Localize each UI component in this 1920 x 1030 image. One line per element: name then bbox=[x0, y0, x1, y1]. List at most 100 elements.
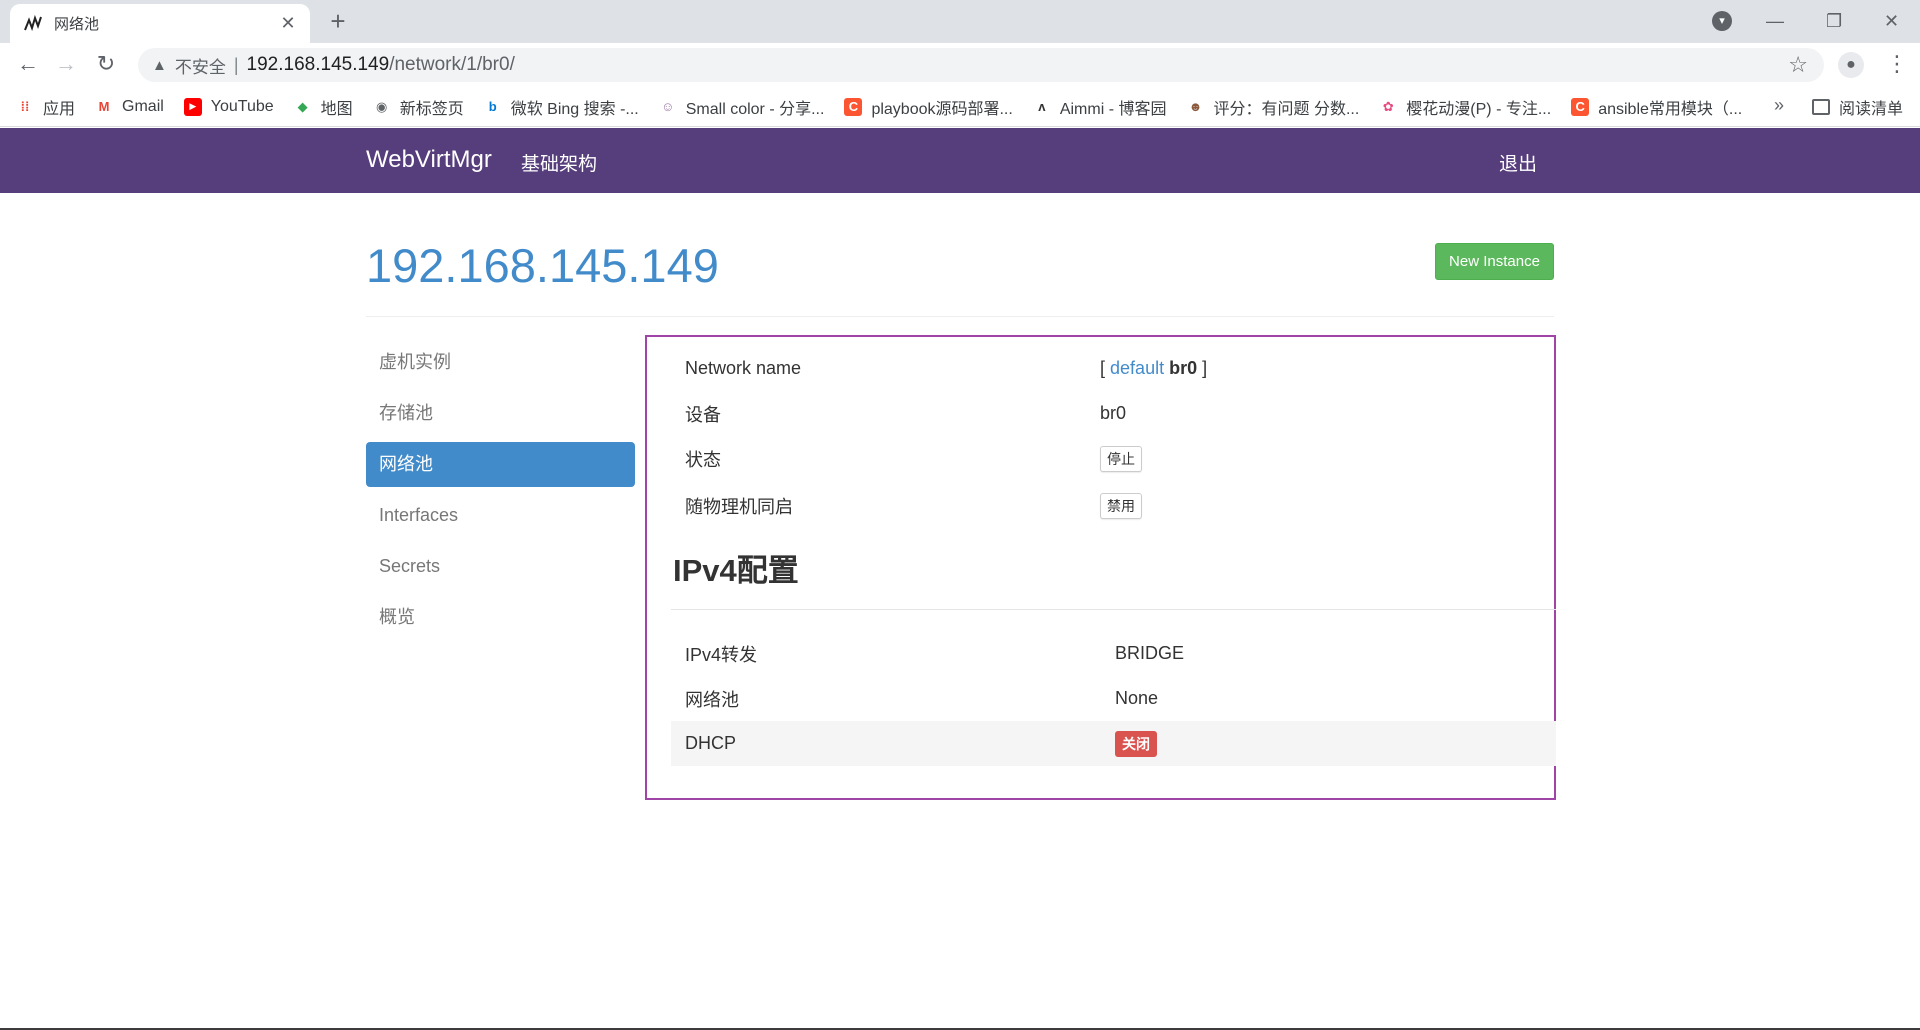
network-panel: Network name [ default br0 ] 设备 br0 状态 停… bbox=[645, 335, 1556, 800]
avatar-icon: ☺ bbox=[661, 99, 675, 114]
bookmarks-bar: ⁞⁞ 应用 M Gmail ▶ YouTube ◆ 地图 ◉ 新标签页 b 微软 Bing 搜索 -.… bbox=[0, 87, 1920, 127]
new-instance-button[interactable]: New Instance bbox=[1435, 243, 1554, 280]
maps-icon: ◆ bbox=[297, 98, 308, 114]
sidebar-item[interactable]: 概览 bbox=[366, 595, 635, 640]
bookmark-label: 新标签页 bbox=[399, 100, 464, 118]
url-path: /network/1/br0/ bbox=[389, 54, 515, 75]
pool-value: None bbox=[1115, 688, 1159, 708]
brand-link[interactable]: WebVirtMgr bbox=[366, 146, 492, 174]
bookmark-label: playbook源码部署... bbox=[871, 100, 1013, 118]
profile-avatar-icon[interactable]: ● bbox=[1838, 52, 1864, 78]
autostart-label: 随物理机同启 bbox=[685, 496, 793, 517]
network-name-label: Network name bbox=[685, 358, 802, 378]
reading-list-label: 阅读清单 bbox=[1839, 101, 1904, 118]
menu-kebab-icon[interactable]: ⋮ bbox=[1886, 51, 1908, 77]
bookmark-label: 应用 bbox=[43, 100, 76, 118]
bracket-close: ] bbox=[1202, 358, 1208, 378]
favicon-icon bbox=[22, 13, 44, 35]
logout-link[interactable]: 退出 bbox=[1499, 149, 1537, 176]
url-separator: | bbox=[233, 54, 239, 75]
apps-grid-icon: ⁞⁞ bbox=[20, 99, 30, 114]
state-label: 状态 bbox=[685, 449, 721, 470]
bookmark-item[interactable]: ◉ 新标签页 bbox=[373, 95, 464, 119]
bookmark-label: 地图 bbox=[320, 100, 353, 118]
dhcp-row: DHCP 关闭 bbox=[671, 721, 1556, 766]
bookmark-item[interactable]: ◆ 地图 bbox=[294, 95, 353, 119]
bookmarks-overflow-icon[interactable]: » bbox=[1774, 95, 1784, 116]
app-navbar: WebVirtMgr 基础架构 退出 bbox=[0, 128, 1920, 193]
bookmark-label: 微软 Bing 搜索 -... bbox=[510, 100, 639, 118]
warning-triangle-icon: ▲ bbox=[152, 56, 167, 74]
globe-icon: ◉ bbox=[376, 98, 388, 114]
ipv4-forward-label: IPv4转发 bbox=[685, 644, 758, 665]
bookmark-item[interactable]: Cplaybook源码部署... bbox=[844, 95, 1013, 119]
default-network-link[interactable]: default bbox=[1110, 358, 1164, 378]
dhcp-label: DHCP bbox=[685, 733, 737, 753]
csdn-icon: C bbox=[1571, 97, 1590, 116]
pool-label: 网络池 bbox=[685, 689, 739, 710]
sidebar-item[interactable]: 存储池 bbox=[366, 391, 635, 436]
bookmark-item[interactable]: M Gmail bbox=[95, 98, 164, 116]
sidebar-nav: 虚机实例存储池网络池 Interfaces Secrets 概览 bbox=[366, 340, 635, 646]
sidebar-item[interactable]: Secrets bbox=[366, 544, 635, 589]
ipv4-forward-row: IPv4转发 BRIDGE bbox=[671, 631, 1556, 676]
browser-toolbar: ← → ↻ ▲ 不安全 | 192.168.145.149 /network/1… bbox=[0, 43, 1920, 87]
bookmark-label: Aimmi - 博客园 bbox=[1059, 100, 1167, 118]
bookmark-label: YouTube bbox=[210, 97, 274, 115]
new-tab-plus-icon[interactable]: + bbox=[322, 6, 354, 38]
ipv4-heading: IPv4配置 bbox=[673, 553, 799, 588]
sidebar-item[interactable]: 虚机实例 bbox=[366, 340, 635, 385]
bookmark-label: 评分：有问题 分数... bbox=[1213, 100, 1360, 118]
pool-row: 网络池 None bbox=[671, 676, 1556, 721]
sidebar-item[interactable]: Interfaces bbox=[366, 493, 635, 538]
tab-close-icon[interactable]: ✕ bbox=[278, 13, 298, 34]
bookmark-label: Small color - 分享... bbox=[685, 100, 825, 118]
browser-tabstrip: 网络池 ✕ + ▾ — ❐ ✕ bbox=[0, 0, 1920, 43]
blog-icon: ʌ bbox=[1038, 99, 1046, 114]
reading-list-icon bbox=[1812, 99, 1830, 115]
section-divider bbox=[671, 609, 1556, 610]
bookmark-label: Gmail bbox=[122, 97, 164, 115]
window-close-icon[interactable]: ✕ bbox=[1884, 0, 1899, 43]
bookmark-item[interactable]: ☺ Small color - 分享... bbox=[659, 95, 825, 119]
page-title: 192.168.145.149 bbox=[366, 239, 719, 292]
ipv4-forward-value: BRIDGE bbox=[1115, 643, 1185, 663]
header-divider bbox=[366, 316, 1554, 317]
back-arrow-icon[interactable]: ← bbox=[14, 51, 42, 79]
bookmark-item[interactable]: ⁞⁞ 应用 bbox=[16, 95, 75, 119]
disable-autostart-button[interactable]: 禁用 bbox=[1100, 492, 1142, 519]
reload-icon[interactable]: ↻ bbox=[92, 51, 120, 79]
network-name-row: Network name [ default br0 ] bbox=[671, 346, 1556, 391]
youtube-icon: ▶ bbox=[183, 97, 202, 116]
device-label: 设备 bbox=[685, 404, 721, 425]
bing-icon: b bbox=[488, 99, 497, 114]
network-name-value: [ default br0 ] bbox=[1100, 358, 1207, 379]
url-host: 192.168.145.149 bbox=[246, 54, 390, 75]
bookmark-item[interactable]: b 微软 Bing 搜索 -... bbox=[484, 95, 639, 119]
sakura-icon: ✿ bbox=[1382, 98, 1394, 114]
tab-search-icon[interactable]: ▾ bbox=[1712, 11, 1732, 31]
bookmark-item[interactable]: ▶ YouTube bbox=[183, 97, 274, 116]
forward-arrow-icon[interactable]: → bbox=[52, 51, 80, 79]
bookmark-item[interactable]: Cansible常用模块（... bbox=[1571, 95, 1742, 119]
current-network-name: br0 bbox=[1169, 358, 1198, 378]
bookmark-item[interactable]: ☻ 评分：有问题 分数... bbox=[1187, 95, 1360, 119]
sidebar-item[interactable]: 网络池 bbox=[366, 442, 635, 487]
browser-tab[interactable]: 网络池 ✕ bbox=[10, 4, 310, 43]
restore-icon[interactable]: ❐ bbox=[1826, 0, 1842, 43]
bookmark-item[interactable]: ʌ Aimmi - 博客园 bbox=[1033, 95, 1167, 119]
minimize-icon[interactable]: — bbox=[1766, 0, 1784, 43]
tab-title: 网络池 bbox=[54, 16, 100, 33]
insecure-label: 不安全 bbox=[174, 57, 226, 77]
bookmark-label: 樱花动漫(P) - 专注... bbox=[1406, 100, 1552, 118]
reading-list-button[interactable]: 阅读清单 bbox=[1812, 87, 1903, 127]
address-bar[interactable]: ▲ 不安全 | 192.168.145.149 /network/1/br0/ … bbox=[138, 48, 1824, 82]
bracket-open: [ bbox=[1100, 358, 1106, 378]
stop-button[interactable]: 停止 bbox=[1100, 445, 1142, 472]
bookmark-label: ansible常用模块（... bbox=[1598, 100, 1743, 118]
infrastructure-link[interactable]: 基础架构 bbox=[521, 149, 597, 176]
state-row: 状态 停止 bbox=[671, 436, 1556, 481]
dhcp-status-badge: 关闭 bbox=[1115, 730, 1157, 757]
bookmark-item[interactable]: ✿ 樱花动漫(P) - 专注... bbox=[1379, 95, 1551, 119]
bookmark-star-icon[interactable]: ☆ bbox=[1788, 52, 1808, 78]
